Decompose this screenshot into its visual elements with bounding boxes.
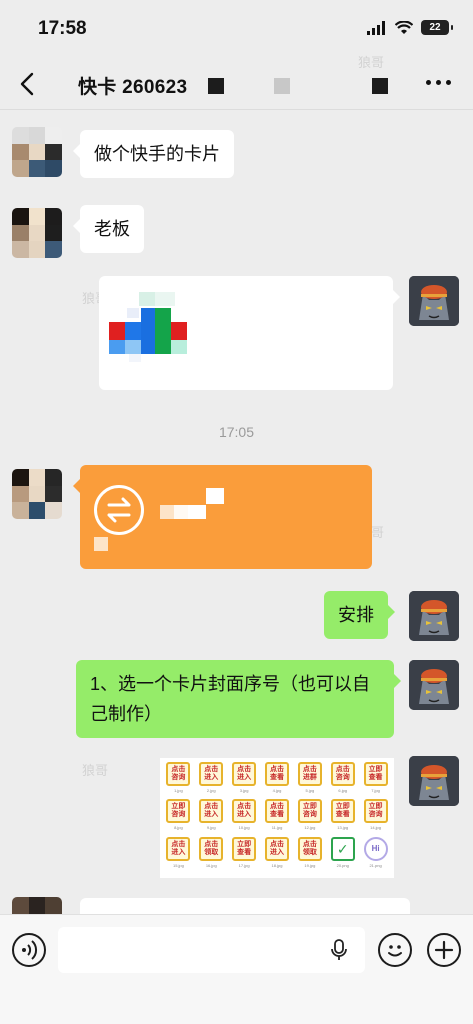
back-icon[interactable]: [14, 70, 42, 98]
wolf-avatar-icon: [409, 756, 459, 806]
message-text: 安排: [338, 605, 374, 625]
message-text: 老板: [94, 219, 130, 239]
chat-title: 快卡 260623: [78, 77, 188, 98]
status-icons: 22: [367, 20, 453, 35]
message-bubble-incoming[interactable]: 老板: [73, 205, 144, 253]
chat-header: 快卡 260623: [0, 58, 473, 110]
thumbnail-item: 点击进入 15.jpg: [162, 836, 195, 874]
thumbnail-item: 立即咨询 14.jpg: [359, 799, 392, 836]
card-logo-image: [109, 292, 187, 362]
signal-icon: [367, 20, 385, 35]
wolf-avatar-icon: [409, 276, 459, 326]
thumbnail-item: 点击查看 11.jpg: [261, 799, 294, 836]
watermark: 狼哥: [82, 763, 109, 778]
thumbnail-item: 立即查看 13.jpg: [326, 799, 359, 836]
thumbnail-item: 点击领取 19.jpg: [293, 836, 326, 874]
thumbnail-item: 点击查看 4.jpg: [261, 762, 294, 799]
thumbnail-item: 点击领取 16.jpg: [195, 836, 228, 874]
redacted-block: [274, 78, 290, 94]
redacted-block: [372, 78, 388, 94]
image-message-thumbnail-grid[interactable]: 点击咨询 1.jpg 点击进入 2.jpg 点击进入 3.jpg 点击查看 4.jpg …: [160, 758, 394, 878]
contact-avatar[interactable]: [12, 469, 62, 519]
emoji-icon: [388, 945, 402, 957]
thumbnail-item: 立即查看 7.jpg: [359, 762, 392, 799]
message-bubble-outgoing[interactable]: 1、选一个卡片封面序号（也可以自己制作）: [76, 660, 401, 738]
chat-input-bar: [0, 914, 473, 1024]
message-bubble-outgoing[interactable]: 安排: [324, 591, 395, 639]
wolf-avatar-icon: [409, 591, 459, 641]
thumbnail-item: 点击进群 5.jpg: [293, 762, 326, 799]
message-bubble-incoming[interactable]: 做个快手的卡片: [73, 130, 234, 178]
plus-icon: [434, 940, 454, 960]
watermark: 狼哥: [358, 55, 385, 70]
emoji-button[interactable]: [378, 933, 412, 967]
my-avatar[interactable]: [409, 660, 459, 710]
message-input[interactable]: [58, 927, 365, 973]
thumbnail-item: 立即咨询 12.jpg: [293, 799, 326, 836]
battery-icon: 22: [421, 20, 453, 35]
thumbnail-item: Hi 21.png: [359, 836, 392, 874]
voice-icon: [22, 940, 38, 960]
my-avatar[interactable]: [409, 756, 459, 806]
redacted-block: [208, 78, 224, 94]
redacted-block: [206, 488, 224, 504]
outgoing-card-message[interactable]: [99, 276, 400, 390]
transfer-message-bubble[interactable]: [73, 465, 372, 569]
thumbnail-item: 立即查看 17.jpg: [228, 836, 261, 874]
thumbnail-item: 点击进入 2.jpg: [195, 762, 228, 799]
my-avatar[interactable]: [409, 591, 459, 641]
redacted-block: [94, 537, 108, 551]
message-text: 1、选一个卡片封面序号（也可以自己制作）: [90, 674, 371, 724]
thumbnail-item: 立即咨询 8.jpg: [162, 799, 195, 836]
thumbnail-item: 点击咨询 6.jpg: [326, 762, 359, 799]
more-functions-button[interactable]: [427, 933, 461, 967]
status-bar: 17:58 22: [0, 0, 473, 58]
message-timestamp: 17:05: [218, 424, 255, 440]
thumbnail-item: ✓ 20.png: [326, 836, 359, 874]
microphone-icon[interactable]: [329, 938, 349, 962]
contact-avatar[interactable]: [12, 208, 62, 258]
thumbnail-item: 点击进入 18.jpg: [261, 836, 294, 874]
transfer-icon: [94, 485, 144, 535]
contact-avatar[interactable]: [12, 897, 62, 915]
my-avatar[interactable]: [409, 276, 459, 326]
wolf-avatar-icon: [409, 660, 459, 710]
more-options-button[interactable]: [426, 80, 451, 85]
message-text: 做个快手的卡片: [94, 144, 220, 164]
contact-avatar[interactable]: [12, 127, 62, 177]
redacted-block: [174, 505, 188, 519]
thumbnail-item: 点击进入 10.jpg: [228, 799, 261, 836]
wifi-icon: [395, 20, 413, 34]
thumbnail-item: 点击进入 9.jpg: [195, 799, 228, 836]
thumbnail-item: 点击咨询 1.jpg: [162, 762, 195, 799]
voice-mode-button[interactable]: [12, 933, 46, 967]
status-time: 17:58: [38, 18, 87, 39]
thumbnail-item: 点击进入 3.jpg: [228, 762, 261, 799]
redacted-block: [160, 505, 174, 519]
redacted-block: [188, 505, 206, 519]
